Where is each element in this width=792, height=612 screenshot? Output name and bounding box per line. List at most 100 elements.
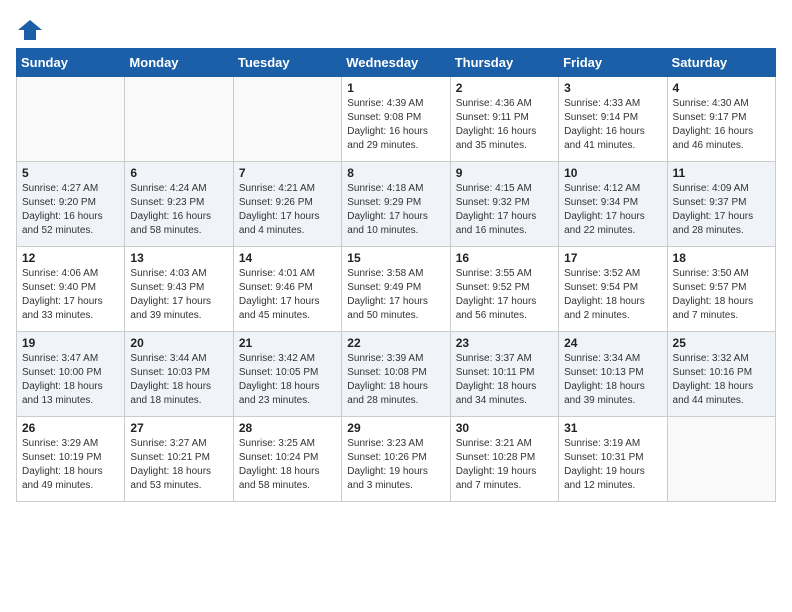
page-header	[16, 16, 776, 44]
day-info: Sunrise: 3:47 AM Sunset: 10:00 PM Daylig…	[22, 352, 119, 408]
calendar-week-row: 12 Sunrise: 4:06 AM Sunset: 9:40 PM Dayli…	[17, 247, 776, 332]
day-info: Sunrise: 3:52 AM Sunset: 9:54 PM Dayligh…	[564, 267, 661, 323]
weekday-header: Monday	[125, 49, 233, 77]
calendar-cell: 25 Sunrise: 3:32 AM Sunset: 10:16 PM Dayl…	[667, 332, 775, 417]
weekday-header: Wednesday	[342, 49, 450, 77]
day-number: 6	[130, 166, 227, 180]
day-info: Sunrise: 3:29 AM Sunset: 10:19 PM Daylig…	[22, 437, 119, 493]
day-info: Sunrise: 4:33 AM Sunset: 9:14 PM Dayligh…	[564, 97, 661, 153]
day-number: 2	[456, 81, 553, 95]
calendar-week-row: 1 Sunrise: 4:39 AM Sunset: 9:08 PM Daylig…	[17, 77, 776, 162]
day-info: Sunrise: 3:50 AM Sunset: 9:57 PM Dayligh…	[673, 267, 770, 323]
weekday-header: Friday	[559, 49, 667, 77]
calendar-cell: 21 Sunrise: 3:42 AM Sunset: 10:05 PM Dayl…	[233, 332, 341, 417]
calendar-cell	[667, 417, 775, 502]
calendar-cell: 4 Sunrise: 4:30 AM Sunset: 9:17 PM Daylig…	[667, 77, 775, 162]
calendar-cell: 14Sunrise: 4:01 AM Sunset: 9:46 PM Dayli…	[233, 247, 341, 332]
calendar-cell: 15 Sunrise: 3:58 AM Sunset: 9:49 PM Dayli…	[342, 247, 450, 332]
day-info: Sunrise: 3:19 AM Sunset: 10:31 PM Daylig…	[564, 437, 661, 493]
day-number: 19	[22, 336, 119, 350]
day-number: 17	[564, 251, 661, 265]
calendar-cell: 1 Sunrise: 4:39 AM Sunset: 9:08 PM Daylig…	[342, 77, 450, 162]
calendar-cell	[233, 77, 341, 162]
calendar-cell: 29Sunrise: 3:23 AM Sunset: 10:26 PM Dayl…	[342, 417, 450, 502]
day-number: 24	[564, 336, 661, 350]
day-number: 21	[239, 336, 336, 350]
calendar-week-row: 19 Sunrise: 3:47 AM Sunset: 10:00 PM Dayl…	[17, 332, 776, 417]
day-info: Sunrise: 4:12 AM Sunset: 9:34 PM Dayligh…	[564, 182, 661, 238]
calendar-cell: 26 Sunrise: 3:29 AM Sunset: 10:19 PM Dayl…	[17, 417, 125, 502]
day-info: Sunrise: 4:39 AM Sunset: 9:08 PM Dayligh…	[347, 97, 444, 153]
day-info: Sunrise: 4:21 AM Sunset: 9:26 PM Dayligh…	[239, 182, 336, 238]
calendar-cell: 16Sunrise: 3:55 AM Sunset: 9:52 PM Dayli…	[450, 247, 558, 332]
calendar-cell: 11 Sunrise: 4:09 AM Sunset: 9:37 PM Dayli…	[667, 162, 775, 247]
day-number: 25	[673, 336, 770, 350]
calendar-week-row: 26 Sunrise: 3:29 AM Sunset: 10:19 PM Dayl…	[17, 417, 776, 502]
calendar-cell: 3 Sunrise: 4:33 AM Sunset: 9:14 PM Daylig…	[559, 77, 667, 162]
calendar-cell: 27 Sunrise: 3:27 AM Sunset: 10:21 PM Dayl…	[125, 417, 233, 502]
day-number: 5	[22, 166, 119, 180]
calendar-cell: 31 Sunrise: 3:19 AM Sunset: 10:31 PM Dayl…	[559, 417, 667, 502]
day-number: 3	[564, 81, 661, 95]
day-number: 9	[456, 166, 553, 180]
day-info: Sunrise: 4:36 AM Sunset: 9:11 PM Dayligh…	[456, 97, 553, 153]
calendar-table: SundayMondayTuesdayWednesdayThursdayFrid…	[16, 48, 776, 502]
day-number: 4	[673, 81, 770, 95]
day-info: Sunrise: 3:23 AM Sunset: 10:26 PM Daylig…	[347, 437, 444, 493]
day-number: 31	[564, 421, 661, 435]
calendar-cell: 9 Sunrise: 4:15 AM Sunset: 9:32 PM Daylig…	[450, 162, 558, 247]
day-number: 18	[673, 251, 770, 265]
calendar-cell: 18 Sunrise: 3:50 AM Sunset: 9:57 PM Dayli…	[667, 247, 775, 332]
day-info: Sunrise: 4:09 AM Sunset: 9:37 PM Dayligh…	[673, 182, 770, 238]
day-info: Sunrise: 4:15 AM Sunset: 9:32 PM Dayligh…	[456, 182, 553, 238]
calendar-cell: 17 Sunrise: 3:52 AM Sunset: 9:54 PM Dayli…	[559, 247, 667, 332]
calendar-cell: 20 Sunrise: 3:44 AM Sunset: 10:03 PM Dayl…	[125, 332, 233, 417]
calendar-cell: 24 Sunrise: 3:34 AM Sunset: 10:13 PM Dayl…	[559, 332, 667, 417]
day-number: 11	[673, 166, 770, 180]
day-number: 10	[564, 166, 661, 180]
calendar-week-row: 5Sunrise: 4:27 AM Sunset: 9:20 PM Daylig…	[17, 162, 776, 247]
logo-icon	[16, 16, 44, 44]
day-info: Sunrise: 4:06 AM Sunset: 9:40 PM Dayligh…	[22, 267, 119, 323]
day-number: 13	[130, 251, 227, 265]
day-number: 20	[130, 336, 227, 350]
calendar-cell: 6 Sunrise: 4:24 AM Sunset: 9:23 PM Daylig…	[125, 162, 233, 247]
day-info: Sunrise: 3:21 AM Sunset: 10:28 PM Daylig…	[456, 437, 553, 493]
calendar-cell: 28Sunrise: 3:25 AM Sunset: 10:24 PM Dayl…	[233, 417, 341, 502]
day-info: Sunrise: 3:44 AM Sunset: 10:03 PM Daylig…	[130, 352, 227, 408]
calendar-cell: 22 Sunrise: 3:39 AM Sunset: 10:08 PM Dayl…	[342, 332, 450, 417]
day-number: 26	[22, 421, 119, 435]
day-number: 15	[347, 251, 444, 265]
day-info: Sunrise: 3:32 AM Sunset: 10:16 PM Daylig…	[673, 352, 770, 408]
day-number: 22	[347, 336, 444, 350]
day-info: Sunrise: 3:27 AM Sunset: 10:21 PM Daylig…	[130, 437, 227, 493]
day-info: Sunrise: 3:58 AM Sunset: 9:49 PM Dayligh…	[347, 267, 444, 323]
weekday-header: Sunday	[17, 49, 125, 77]
weekday-header-row: SundayMondayTuesdayWednesdayThursdayFrid…	[17, 49, 776, 77]
calendar-cell: 10 Sunrise: 4:12 AM Sunset: 9:34 PM Dayli…	[559, 162, 667, 247]
calendar-cell: 8 Sunrise: 4:18 AM Sunset: 9:29 PM Daylig…	[342, 162, 450, 247]
calendar-cell: 2 Sunrise: 4:36 AM Sunset: 9:11 PM Daylig…	[450, 77, 558, 162]
weekday-header: Tuesday	[233, 49, 341, 77]
day-info: Sunrise: 4:24 AM Sunset: 9:23 PM Dayligh…	[130, 182, 227, 238]
weekday-header: Saturday	[667, 49, 775, 77]
day-number: 28	[239, 421, 336, 435]
calendar-cell	[125, 77, 233, 162]
day-number: 1	[347, 81, 444, 95]
day-number: 14	[239, 251, 336, 265]
calendar-cell: 7Sunrise: 4:21 AM Sunset: 9:26 PM Daylig…	[233, 162, 341, 247]
calendar-cell: 23Sunrise: 3:37 AM Sunset: 10:11 PM Dayl…	[450, 332, 558, 417]
calendar-cell: 5Sunrise: 4:27 AM Sunset: 9:20 PM Daylig…	[17, 162, 125, 247]
day-number: 8	[347, 166, 444, 180]
logo	[16, 16, 48, 44]
day-info: Sunrise: 3:42 AM Sunset: 10:05 PM Daylig…	[239, 352, 336, 408]
calendar-cell: 12 Sunrise: 4:06 AM Sunset: 9:40 PM Dayli…	[17, 247, 125, 332]
day-number: 27	[130, 421, 227, 435]
calendar-cell	[17, 77, 125, 162]
day-number: 16	[456, 251, 553, 265]
day-info: Sunrise: 4:18 AM Sunset: 9:29 PM Dayligh…	[347, 182, 444, 238]
day-info: Sunrise: 3:34 AM Sunset: 10:13 PM Daylig…	[564, 352, 661, 408]
day-number: 12	[22, 251, 119, 265]
day-info: Sunrise: 3:39 AM Sunset: 10:08 PM Daylig…	[347, 352, 444, 408]
day-info: Sunrise: 4:30 AM Sunset: 9:17 PM Dayligh…	[673, 97, 770, 153]
